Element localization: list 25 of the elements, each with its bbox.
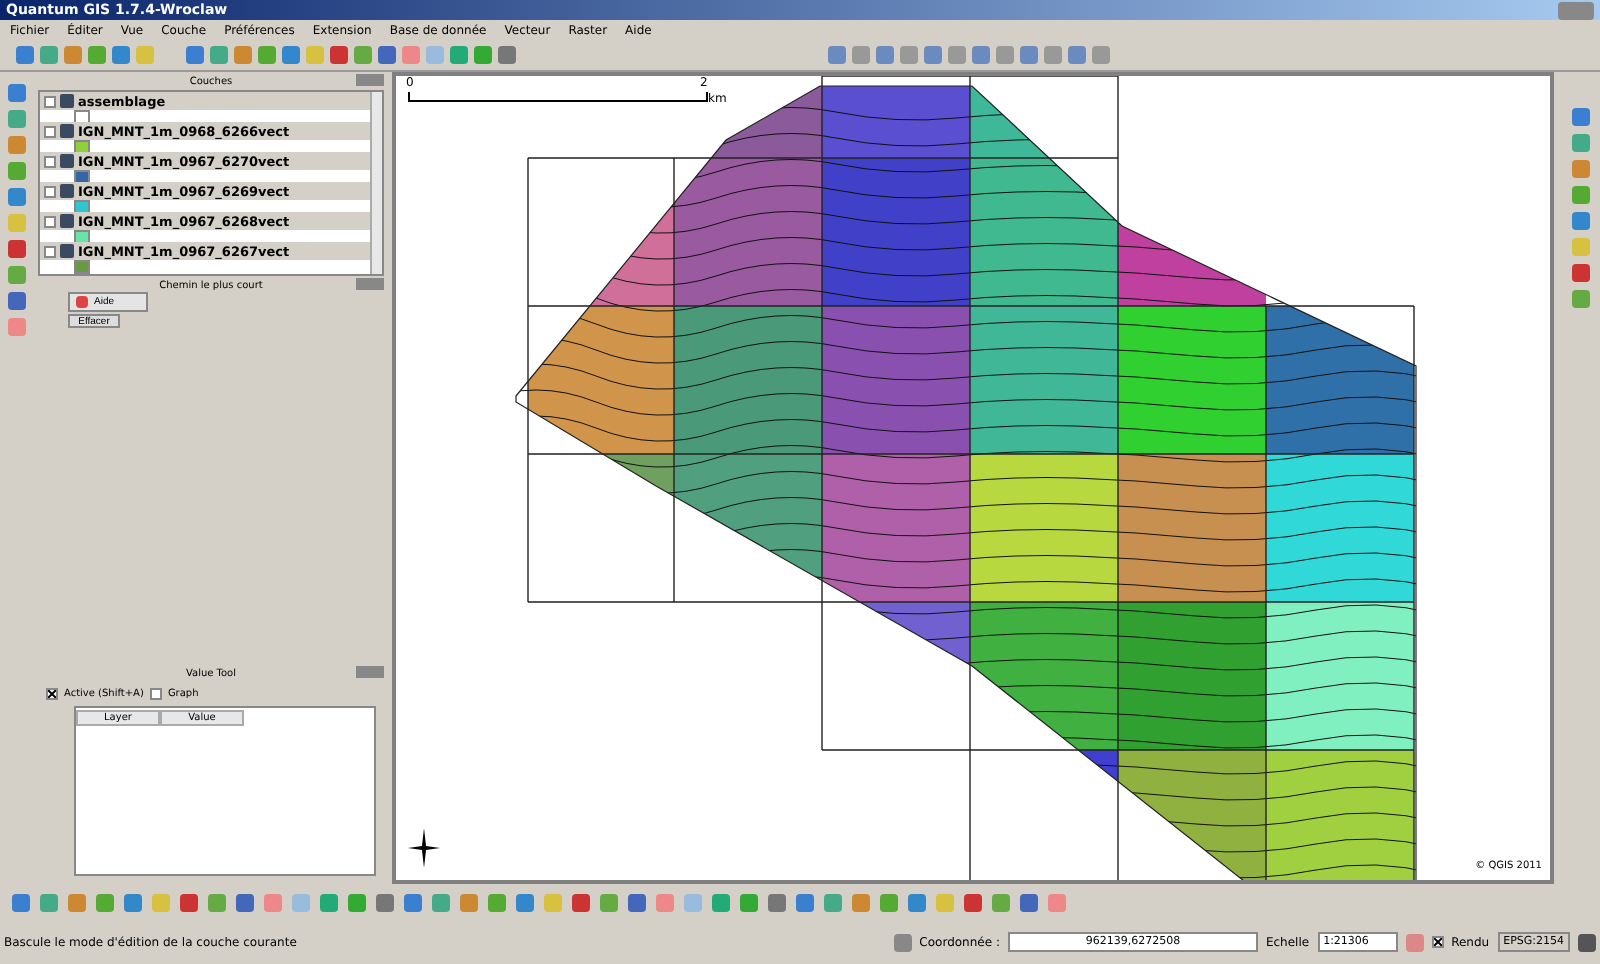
scale-bar-icon [408, 92, 708, 102]
settings-icon[interactable] [1578, 933, 1596, 951]
render-checkbox[interactable] [1431, 936, 1444, 948]
panel-buttons-icon[interactable] [356, 74, 384, 86]
north-arrow-icon [408, 828, 440, 868]
layer-checkbox[interactable] [44, 185, 56, 197]
layer-checkbox[interactable] [44, 125, 56, 137]
window-controls-icon[interactable] [1558, 1, 1594, 19]
graph-checkbox[interactable] [149, 688, 162, 700]
panel-buttons-icon[interactable] [356, 666, 384, 678]
layer-icon [60, 184, 74, 198]
coordinate-icon[interactable] [893, 933, 912, 951]
layer-checkbox[interactable] [44, 155, 56, 167]
layer-icon [60, 154, 74, 168]
layer-icon [60, 214, 74, 228]
layer-icon [60, 94, 74, 108]
layer-checkbox[interactable] [44, 215, 56, 227]
scrollbar[interactable] [370, 92, 382, 274]
active-checkbox[interactable] [46, 688, 58, 700]
layer-checkbox[interactable] [44, 95, 56, 107]
layer-icon [60, 244, 74, 258]
layer-icon [60, 124, 74, 138]
panel-buttons-icon[interactable] [356, 278, 384, 290]
layer-checkbox[interactable] [44, 245, 56, 257]
stop-render-icon[interactable] [1405, 933, 1424, 951]
